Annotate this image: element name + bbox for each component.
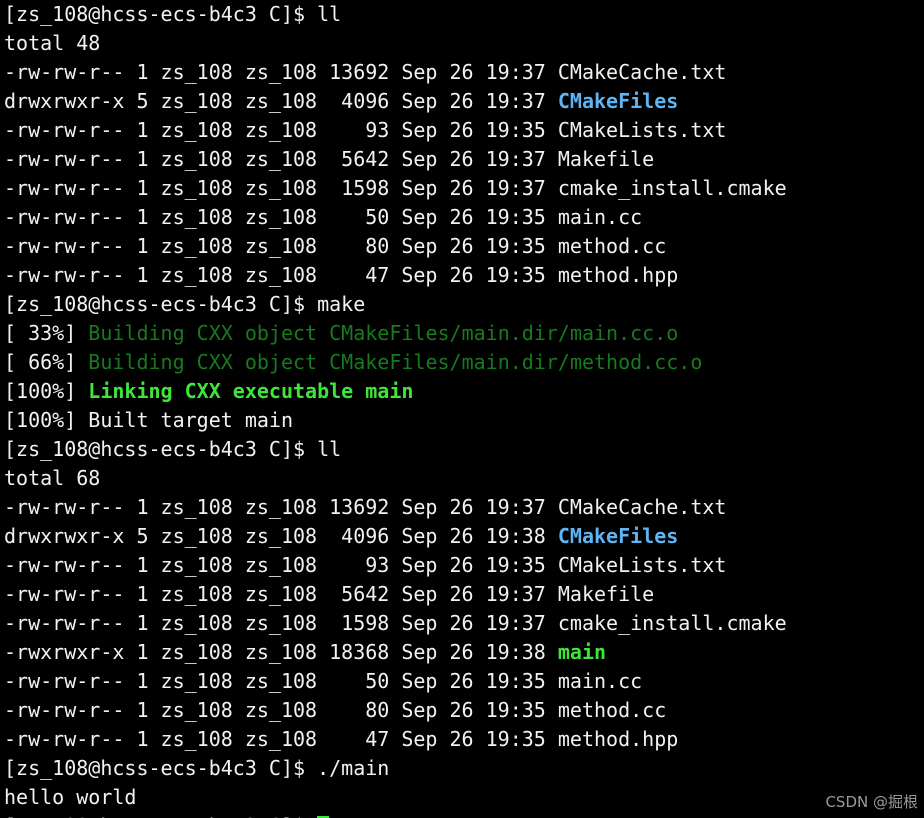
terminal-line: -rw-rw-r-- 1 zs_108 zs_108 5642 Sep 26 1… — [4, 580, 920, 609]
terminal-line: [zs_108@hcss-ecs-b4c3 C]$ — [4, 812, 920, 818]
line-text: -rw-rw-r-- 1 zs_108 zs_108 1598 Sep 26 1… — [4, 611, 787, 635]
line-text: drwxrwxr-x 5 zs_108 zs_108 4096 Sep 26 1… — [4, 89, 558, 113]
line-text: -rw-rw-r-- 1 zs_108 zs_108 47 Sep 26 19:… — [4, 727, 679, 751]
line-text: -rw-rw-r-- 1 zs_108 zs_108 50 Sep 26 19:… — [4, 669, 643, 693]
terminal-line: hello world — [4, 783, 920, 812]
line-text: [zs_108@hcss-ecs-b4c3 C]$ ll — [4, 437, 342, 461]
line-text: [ 66%] — [4, 350, 89, 374]
build-step-text: Building CXX object CMakeFiles/main.dir/… — [88, 321, 679, 345]
terminal-line: total 68 — [4, 464, 920, 493]
terminal-line: -rw-rw-r-- 1 zs_108 zs_108 13692 Sep 26 … — [4, 58, 920, 87]
line-text: [zs_108@hcss-ecs-b4c3 C]$ make — [4, 292, 366, 316]
line-text: -rw-rw-r-- 1 zs_108 zs_108 5642 Sep 26 1… — [4, 147, 655, 171]
line-text: -rw-rw-r-- 1 zs_108 zs_108 80 Sep 26 19:… — [4, 234, 667, 258]
terminal-line: drwxrwxr-x 5 zs_108 zs_108 4096 Sep 26 1… — [4, 522, 920, 551]
line-text: total 48 — [4, 31, 101, 55]
build-step-text: Building CXX object CMakeFiles/main.dir/… — [88, 350, 703, 374]
terminal-line: -rw-rw-r-- 1 zs_108 zs_108 1598 Sep 26 1… — [4, 609, 920, 638]
terminal-line: [100%] Linking CXX executable main — [4, 377, 920, 406]
terminal-line: -rw-rw-r-- 1 zs_108 zs_108 93 Sep 26 19:… — [4, 116, 920, 145]
executable-name: Linking CXX executable main — [88, 379, 414, 403]
line-text: -rw-rw-r-- 1 zs_108 zs_108 93 Sep 26 19:… — [4, 553, 727, 577]
terminal-line: [zs_108@hcss-ecs-b4c3 C]$ make — [4, 290, 920, 319]
executable-name: main — [557, 640, 607, 664]
directory-name: CMakeFiles — [557, 89, 679, 113]
terminal-line: total 48 — [4, 29, 920, 58]
terminal-line: drwxrwxr-x 5 zs_108 zs_108 4096 Sep 26 1… — [4, 87, 920, 116]
line-text: -rw-rw-r-- 1 zs_108 zs_108 80 Sep 26 19:… — [4, 698, 667, 722]
terminal-line: -rw-rw-r-- 1 zs_108 zs_108 93 Sep 26 19:… — [4, 551, 920, 580]
line-text: [100%] — [4, 379, 89, 403]
csdn-watermark: CSDN @掘根 — [825, 793, 918, 811]
terminal-line: -rw-rw-r-- 1 zs_108 zs_108 13692 Sep 26 … — [4, 493, 920, 522]
line-text: drwxrwxr-x 5 zs_108 zs_108 4096 Sep 26 1… — [4, 524, 558, 548]
line-text: [zs_108@hcss-ecs-b4c3 C]$ — [4, 814, 317, 818]
terminal-line: -rw-rw-r-- 1 zs_108 zs_108 1598 Sep 26 1… — [4, 174, 920, 203]
line-text: -rw-rw-r-- 1 zs_108 zs_108 13692 Sep 26 … — [4, 60, 727, 84]
line-text: [zs_108@hcss-ecs-b4c3 C]$ ./main — [4, 756, 390, 780]
terminal-window[interactable]: [zs_108@hcss-ecs-b4c3 C]$ ll total 48 -rw-… — [4, 0, 920, 818]
terminal-line: -rw-rw-r-- 1 zs_108 zs_108 47 Sep 26 19:… — [4, 261, 920, 290]
terminal-line: [100%] Built target main — [4, 406, 920, 435]
terminal-line: [zs_108@hcss-ecs-b4c3 C]$ ll — [4, 0, 920, 29]
directory-name: CMakeFiles — [557, 524, 679, 548]
line-text: [zs_108@hcss-ecs-b4c3 C]$ ll — [4, 2, 342, 26]
terminal-line: -rw-rw-r-- 1 zs_108 zs_108 80 Sep 26 19:… — [4, 696, 920, 725]
terminal-line: [ 33%] Building CXX object CMakeFiles/ma… — [4, 319, 920, 348]
line-text: -rw-rw-r-- 1 zs_108 zs_108 47 Sep 26 19:… — [4, 263, 679, 287]
line-text: -rw-rw-r-- 1 zs_108 zs_108 50 Sep 26 19:… — [4, 205, 643, 229]
line-text: total 68 — [4, 466, 101, 490]
line-text: -rw-rw-r-- 1 zs_108 zs_108 93 Sep 26 19:… — [4, 118, 727, 142]
terminal-line: -rw-rw-r-- 1 zs_108 zs_108 80 Sep 26 19:… — [4, 232, 920, 261]
terminal-line: -rwxrwxr-x 1 zs_108 zs_108 18368 Sep 26 … — [4, 638, 920, 667]
line-text: -rwxrwxr-x 1 zs_108 zs_108 18368 Sep 26 … — [4, 640, 558, 664]
terminal-line: -rw-rw-r-- 1 zs_108 zs_108 47 Sep 26 19:… — [4, 725, 920, 754]
terminal-line: [ 66%] Building CXX object CMakeFiles/ma… — [4, 348, 920, 377]
line-text: [100%] Built target main — [4, 408, 293, 432]
line-text: -rw-rw-r-- 1 zs_108 zs_108 1598 Sep 26 1… — [4, 176, 787, 200]
line-text: -rw-rw-r-- 1 zs_108 zs_108 13692 Sep 26 … — [4, 495, 727, 519]
line-text: [ 33%] — [4, 321, 89, 345]
terminal-line: [zs_108@hcss-ecs-b4c3 C]$ ./main — [4, 754, 920, 783]
line-text: -rw-rw-r-- 1 zs_108 zs_108 5642 Sep 26 1… — [4, 582, 655, 606]
line-text: hello world — [4, 785, 137, 809]
terminal-line: -rw-rw-r-- 1 zs_108 zs_108 50 Sep 26 19:… — [4, 667, 920, 696]
terminal-line: -rw-rw-r-- 1 zs_108 zs_108 50 Sep 26 19:… — [4, 203, 920, 232]
terminal-line: -rw-rw-r-- 1 zs_108 zs_108 5642 Sep 26 1… — [4, 145, 920, 174]
terminal-line: [zs_108@hcss-ecs-b4c3 C]$ ll — [4, 435, 920, 464]
